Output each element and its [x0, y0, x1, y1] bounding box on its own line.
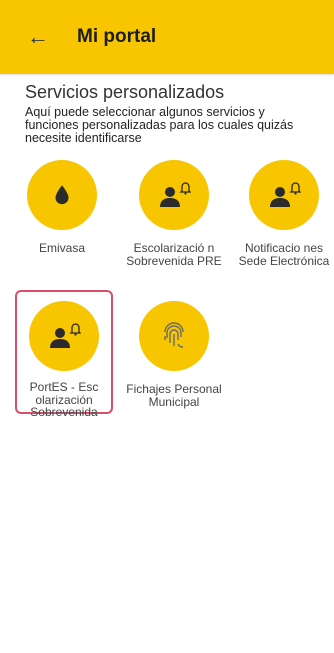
user-bell-icon — [50, 323, 81, 348]
service-icon-circle — [249, 160, 319, 230]
service-icon-circle — [139, 160, 209, 230]
section-description: Aquí puede seleccionar algunos servicios… — [25, 105, 294, 145]
service-icon-circle — [29, 301, 99, 371]
service-label: Fichajes Personal Municipal — [126, 382, 222, 409]
fingerprint-icon — [164, 322, 184, 348]
service-fichajes[interactable]: Fichajes Personal Municipal — [125, 301, 223, 431]
service-emivasa[interactable]: Emivasa — [13, 160, 111, 290]
service-portes-escolarizacion[interactable]: PortES - Esc olarización Sobrevenida — [15, 290, 113, 418]
section-title: Servicios personalizados — [25, 82, 225, 102]
service-label: Escolarizació n Sobrevenida PRE — [126, 241, 222, 268]
service-label: Emivasa — [38, 241, 85, 255]
service-escolarizacion-pre[interactable]: Escolarizació n Sobrevenida PRE — [125, 160, 223, 290]
service-notificaciones[interactable]: Notificacio nes Sede Electrónica — [235, 160, 333, 290]
service-label: PortES - Esc olarización Sobrevenida — [29, 380, 99, 419]
back-button[interactable]: ← — [18, 22, 58, 52]
arrow-left-icon: ← — [27, 24, 49, 49]
page-title: Mi portal — [77, 26, 157, 47]
user-bell-icon — [270, 182, 301, 207]
app-bar: ← Mi portal — [0, 0, 334, 74]
service-icon-circle — [139, 301, 209, 371]
water-drop-icon — [55, 185, 69, 205]
service-label: Notificacio nes Sede Electrónica — [238, 241, 330, 268]
service-icon-circle — [27, 160, 97, 230]
user-bell-icon — [160, 182, 191, 207]
